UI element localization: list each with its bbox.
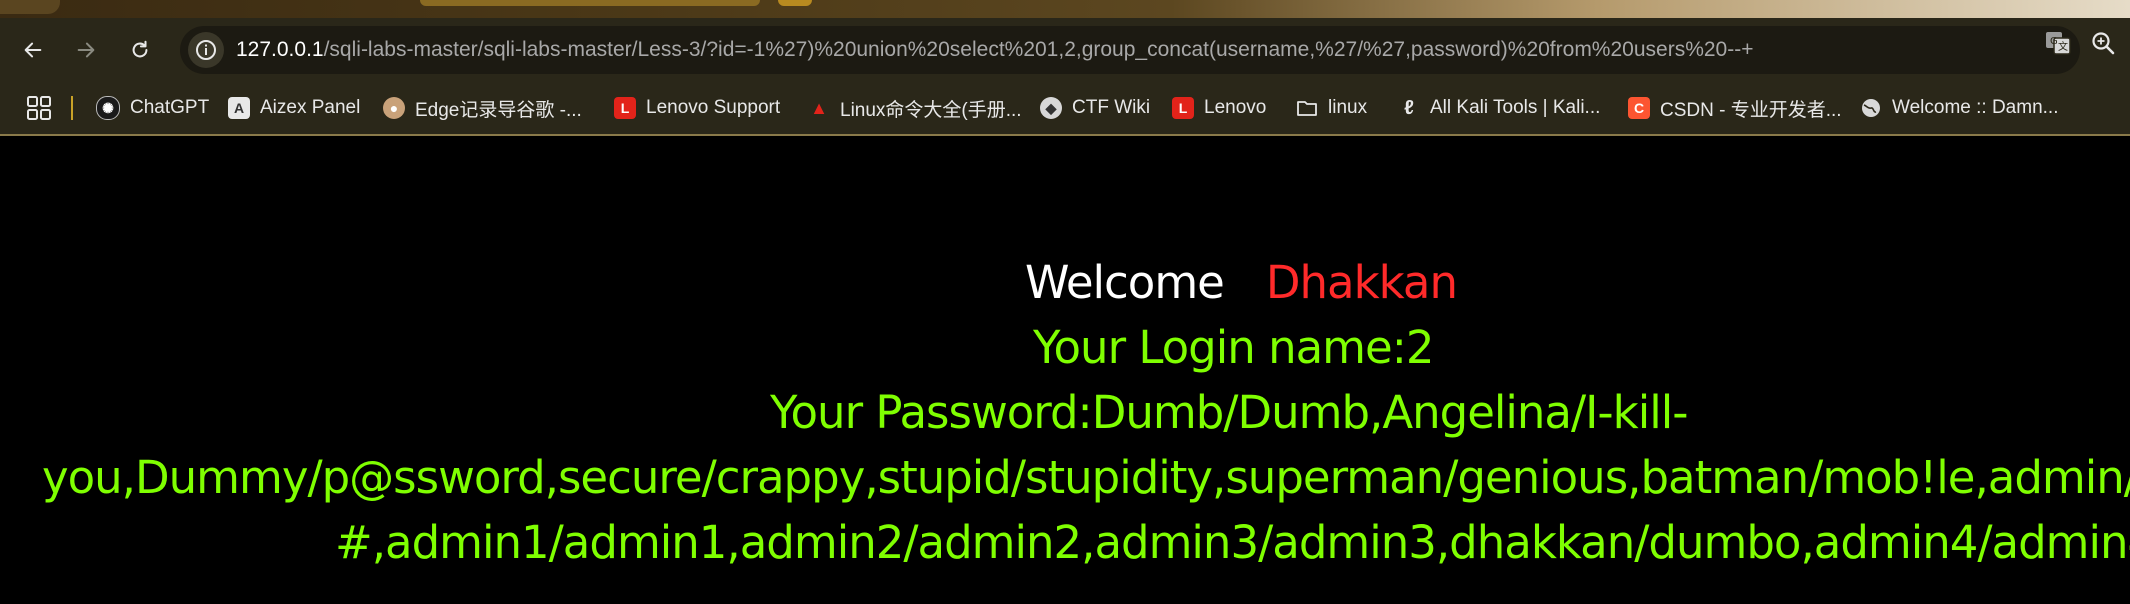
url-path: /sqli-labs-master/sqli-labs-master/Less-… [323,38,1754,61]
edge-record-icon: ● [383,97,405,119]
lenovo-icon: L [614,97,636,119]
bookmark-label: Aizex Panel [260,97,361,118]
tab-strip [0,0,2130,18]
password-line-3: #,admin1/admin1,admin2/admin2,admin3/adm… [335,516,2130,569]
bookmark-chatgpt[interactable]: ✺ ChatGPT [96,91,209,125]
browser-app-corner [0,0,60,14]
reload-icon [132,40,148,58]
bookmark-linux-commands[interactable]: ▲ Linux命令大全(手册... [808,91,1022,125]
bookmark-label: ChatGPT [130,97,210,118]
info-icon [196,40,216,60]
bookmark-label: Linux命令大全(手册... [840,99,1022,121]
forward-button[interactable] [68,32,104,68]
browser-toolbar: 127.0.0.1/sqli-labs-master/sqli-labs-mas… [0,18,2130,82]
zoom-icon[interactable] [2090,30,2116,56]
arrow-right-icon [77,42,95,58]
svg-text:文: 文 [2058,40,2068,53]
bookmark-kali-tools[interactable]: ℓ All Kali Tools | Kali... [1398,91,1600,125]
bookmark-label: Lenovo Support [646,97,781,118]
bookmark-label: CSDN - 专业开发者... [1660,99,1842,121]
tab-indicator [778,0,812,6]
welcome-line: Welcome Dhakkan [1025,256,1458,309]
ctf-wiki-icon: ◆ [1040,97,1062,119]
url-text[interactable]: 127.0.0.1/sqli-labs-master/sqli-labs-mas… [236,36,1753,64]
login-name-text: Your Login name:2 [1033,321,1434,374]
welcome-name: Dhakkan [1265,256,1458,309]
bookmark-lenovo-support[interactable]: L Lenovo Support [614,91,780,125]
bookmark-ctf-wiki[interactable]: ◆ CTF Wiki [1040,91,1150,125]
back-button[interactable] [15,32,51,68]
apps-grid-icon[interactable] [26,95,52,121]
svg-text:G: G [2050,36,2058,47]
bookmark-label: linux [1328,97,1368,118]
address-bar[interactable]: 127.0.0.1/sqli-labs-master/sqli-labs-mas… [180,26,2080,74]
bookmark-label: All Kali Tools | Kali... [1430,97,1601,118]
translate-icon[interactable]: G 文 [2044,29,2072,57]
reload-button[interactable] [122,32,158,68]
password-line-2: you,Dummy/p@ssword,secure/crappy,stupid/… [42,451,2130,504]
bookmarks-bar: ✺ ChatGPT A Aizex Panel ● Edge记录导谷歌 -...… [0,82,2130,136]
welcome-text: Welcome [1025,256,1225,309]
arrow-left-icon [24,42,42,58]
active-tab-edge[interactable] [420,0,760,6]
bookmark-edge-record[interactable]: ● Edge记录导谷歌 -... [383,91,582,125]
bookmark-label: Edge记录导谷歌 -... [415,99,582,121]
page-content: Welcome Dhakkan Your Login name:2 Your Pa… [0,136,2130,604]
kali-icon: ℓ [1404,96,1414,119]
password-line-1: Your Password:Dumb/Dumb,Angelina/I-kill- [770,386,1688,439]
bookmarks-separator [71,96,73,120]
bookmark-label: CTF Wiki [1072,97,1151,118]
csdn-icon: C [1628,97,1650,119]
bookmark-dvwa-welcome[interactable]: Welcome :: Damn... [1860,91,2058,125]
bookmark-csdn[interactable]: C CSDN - 专业开发者... [1628,91,1842,125]
bookmark-folder-linux[interactable]: linux [1296,91,1367,125]
folder-icon [1296,97,1318,119]
bookmark-lenovo[interactable]: L Lenovo [1172,91,1266,125]
aizex-icon: A [228,97,250,119]
bookmark-label: Welcome :: Damn... [1892,97,2059,118]
url-host: 127.0.0.1 [236,38,324,61]
globe-icon [1860,97,1882,119]
lenovo-icon: L [1172,97,1194,119]
redhat-icon: ▲ [810,97,828,118]
bookmark-aizex-panel[interactable]: A Aizex Panel [228,91,360,125]
chatgpt-icon: ✺ [96,96,120,120]
site-info-button[interactable] [188,32,224,68]
bookmark-label: Lenovo [1204,97,1267,118]
